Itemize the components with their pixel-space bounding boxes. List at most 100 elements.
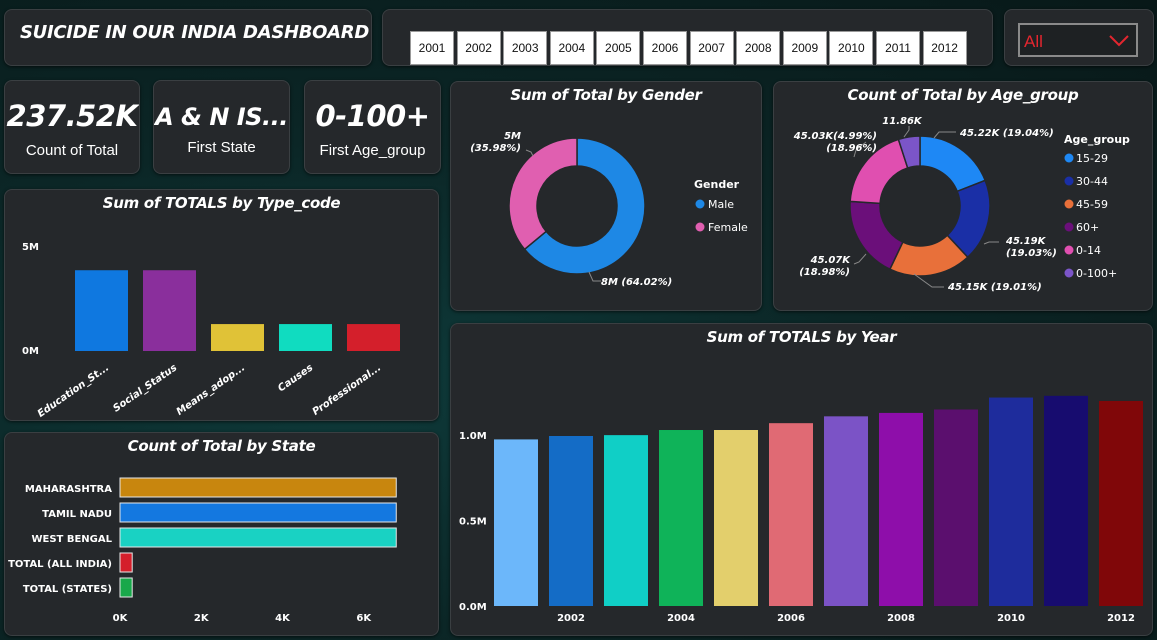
kpi-card-first-age-group: 0-100+ First Age_group [304,80,441,174]
x-tick-label: Social_Status [111,362,179,414]
year-button-2004[interactable]: 2004 [549,31,594,65]
bar[interactable] [824,416,868,606]
data-label: 8M (64.02%) [601,277,672,288]
bar[interactable] [549,435,593,606]
bar[interactable] [934,409,978,606]
x-tick-label: 0K [113,613,129,624]
age-group-donut-chart: 45.22K (19.04%) 45.19K(19.03%) 45.15K (19.… [793,116,1130,293]
filter-dropdown[interactable]: All [1018,23,1138,57]
y-tick-label: 0.0M [459,602,487,613]
legend-marker [1064,153,1074,163]
year-button-2010[interactable]: 2010 [829,31,874,65]
bar[interactable] [714,430,758,606]
donut-slice[interactable] [508,137,578,251]
y-tick-label: MAHARASHTRA [25,484,112,495]
age-group-chart-panel: Count of Total by Age_group 45.22K (19.0… [773,81,1153,311]
data-label: 45.03K(4.99%) [793,131,877,142]
kpi-card-count-total: 237.52K Count of Total [4,80,140,174]
kpi-label: Count of Total [25,142,119,159]
chevron-down-icon [1108,32,1130,52]
kpi-value: 237.52K [6,99,138,133]
data-label: 45.19K [1005,236,1047,247]
x-tick-label: Causes [276,362,315,394]
kpi-value: A & N IS... [155,103,288,131]
data-label: (35.98%) [470,143,521,154]
year-button-2009[interactable]: 2009 [782,31,827,65]
year-chart-panel: Sum of TOTALS by Year 1.0M 0.5M 0.0M 2002 20… [450,323,1153,636]
data-label: 45.15K (19.01%) [947,282,1042,293]
data-label: 45.07K [810,255,852,266]
legend-marker [1064,245,1074,255]
bar[interactable] [119,577,133,598]
x-tick-label: 2004 [667,613,695,624]
leader-line [853,253,867,265]
x-tick-label: 2010 [997,613,1025,624]
leader-line [933,131,956,139]
x-tick-label: 2012 [1107,613,1135,624]
bar[interactable] [494,439,538,606]
bar[interactable] [659,430,703,606]
legend-marker [1064,268,1074,278]
legend-marker [695,199,705,209]
type-code-bar-chart: 5M 0M Education_St... Social_StatusMeans_ad… [22,242,400,420]
bar[interactable] [1099,400,1143,606]
gender-donut-chart: 8M (64.02%) 5M(35.98%) Gender Male Female [470,131,748,288]
bar[interactable] [119,527,397,548]
y-tick-label: 0M [22,346,39,357]
y-tick-label: TAMIL NADU [42,509,112,520]
bar[interactable] [75,270,128,351]
legend-label: 45-59 [1076,198,1108,211]
legend-label: 0-14 [1076,244,1101,257]
bar[interactable] [879,412,923,606]
legend-marker [1064,176,1074,186]
legend-label: 60+ [1076,221,1099,234]
year-button-2007[interactable]: 2007 [689,31,734,65]
bar[interactable] [119,502,397,523]
bar[interactable] [119,477,397,498]
year-button-2001[interactable]: 2001 [410,31,454,65]
legend-label: 15-29 [1076,152,1108,165]
dropdown-selected-value: All [1024,32,1043,51]
donut-slice[interactable] [919,135,987,193]
legend-title: Age_group [1064,133,1130,146]
y-tick-label: 0.5M [459,517,487,528]
bar[interactable] [119,552,133,573]
dashboard-title-panel: SUICIDE IN OUR INDIA DASHBOARD [4,9,372,66]
legend-marker [1064,222,1074,232]
kpi-label: First State [187,139,256,156]
year-button-2003[interactable]: 2003 [503,31,548,65]
year-button-2005[interactable]: 2005 [596,31,641,65]
bar[interactable] [604,435,648,606]
x-tick-label: 2006 [777,613,805,624]
x-tick-label: Professional... [311,362,384,417]
year-slicer-panel: 2001 2002 2003 2004 2005 2006 2007 2008 2009 2010… [382,9,993,66]
kpi-value: 0-100+ [315,99,430,133]
legend-label: 30-44 [1076,175,1108,188]
bar[interactable] [211,324,264,351]
data-label: 45.22K (19.04%) [959,128,1054,139]
bar[interactable] [347,324,400,351]
legend-title: Gender [694,178,740,191]
year-button-2011[interactable]: 2011 [876,31,920,65]
year-button-2008[interactable]: 2008 [736,31,781,65]
state-chart-panel: Count of Total by State MAHARASHTRA TAMIL… [4,432,439,636]
kpi-label: First Age_group [319,142,426,159]
bar[interactable] [1044,395,1088,606]
y-tick-label: TOTAL (STATES) [23,584,112,595]
bar[interactable] [989,397,1033,606]
legend-marker [1064,199,1074,209]
y-tick-label: TOTAL (ALL INDIA) [8,559,112,570]
x-tick-label: Means_adop... [175,362,248,417]
y-tick-label: WEST BENGAL [31,534,112,545]
donut-slice[interactable] [849,200,904,271]
year-button-2006[interactable]: 2006 [643,31,687,65]
bar[interactable] [279,324,332,351]
year-button-2012[interactable]: 2012 [922,31,967,65]
gender-chart-panel: Sum of Total by Gender 8M (64.02%) 5M (35.… [450,81,762,311]
legend-label: Female [708,221,748,234]
bar[interactable] [769,423,813,606]
bar[interactable] [143,270,196,351]
dashboard-title: SUICIDE IN OUR INDIA DASHBOARD [20,22,370,43]
year-button-2002[interactable]: 2002 [456,31,501,65]
x-tick-label: 2008 [887,613,915,624]
